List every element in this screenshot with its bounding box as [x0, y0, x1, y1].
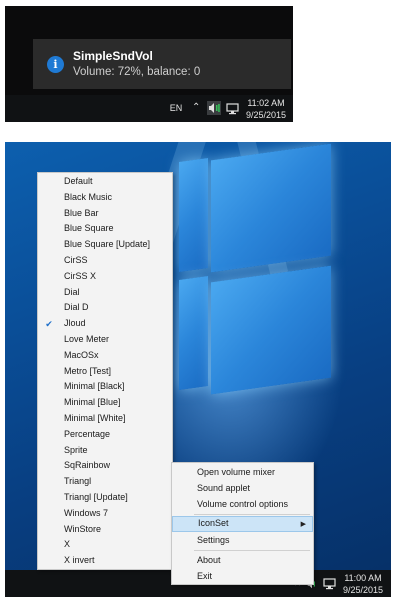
- network-icon[interactable]: [226, 102, 239, 120]
- iconset-menu-item[interactable]: Windows 7: [38, 507, 172, 523]
- iconset-menu-item-label: Percentage: [64, 428, 111, 439]
- iconset-menu-item[interactable]: WinStore: [38, 523, 172, 539]
- iconset-menu-item[interactable]: Minimal [Blue]: [38, 396, 172, 412]
- clock-date[interactable]: 9/25/2015: [341, 585, 385, 596]
- menu-item-label: About: [197, 555, 221, 565]
- iconset-menu-item-label: Dial D: [64, 302, 89, 313]
- iconset-menu-item[interactable]: Metro [Test]: [38, 365, 172, 381]
- menu-item-label: Settings: [197, 535, 230, 545]
- iconset-menu-item-label: Blue Bar: [64, 207, 99, 218]
- network-icon[interactable]: [323, 577, 336, 595]
- iconset-menu-item[interactable]: ✔ Jloud: [38, 317, 172, 333]
- tray-context-menu: Open volume mixer Sound applet Volume co…: [171, 462, 314, 585]
- iconset-menu-item[interactable]: X: [38, 538, 172, 554]
- iconset-menu-item[interactable]: CirSS: [38, 254, 172, 270]
- iconset-menu-item-label: Triangl: [64, 476, 92, 487]
- windows-logo-pane: [211, 265, 331, 395]
- iconset-menu-item[interactable]: Sprite: [38, 444, 172, 460]
- menu-item-about[interactable]: About: [172, 553, 313, 569]
- iconset-menu-item-label: Minimal [Black]: [64, 381, 125, 392]
- iconset-menu-item[interactable]: Percentage: [38, 428, 172, 444]
- windows-logo-pane: [179, 275, 208, 391]
- clock-time[interactable]: 11:00 AM: [341, 573, 385, 584]
- menu-separator: [194, 550, 310, 551]
- iconset-menu-item-label: Blue Square: [64, 223, 114, 234]
- iconset-menu-item-label: Black Music: [64, 191, 113, 202]
- menu-item-label: Sound applet: [197, 483, 251, 493]
- menu-item-label: Open volume mixer: [197, 467, 276, 477]
- iconset-menu-item-label: Blue Square [Update]: [64, 239, 151, 250]
- menu-item-label: IconSet: [198, 518, 229, 528]
- menu-item-exit[interactable]: Exit: [172, 569, 313, 585]
- language-indicator[interactable]: EN: [169, 103, 183, 114]
- iconset-menu-item[interactable]: Triangl [Update]: [38, 491, 172, 507]
- iconset-menu-item-label: Triangl [Update]: [64, 492, 128, 502]
- windows-logo-pane: [179, 157, 208, 273]
- iconset-menu-item[interactable]: X invert: [38, 554, 172, 570]
- submenu-arrow-icon: ▶: [300, 521, 306, 528]
- iconset-menu-item[interactable]: Default: [38, 175, 172, 191]
- menu-item-label: Exit: [197, 571, 213, 581]
- clock-date[interactable]: 9/25/2015: [243, 110, 289, 121]
- iconset-menu-item[interactable]: Love Meter: [38, 333, 172, 349]
- iconset-menu-item-label: Love Meter: [64, 334, 110, 344]
- iconset-menu-item[interactable]: CirSS X: [38, 270, 172, 286]
- checkmark-icon: ✔: [45, 319, 53, 330]
- notification-body: Volume: 72%, balance: 0: [73, 66, 201, 78]
- volume-notification-toast[interactable]: i SimpleSndVol Volume: 72%, balance: 0: [33, 39, 291, 89]
- iconset-menu-item[interactable]: Black Music: [38, 191, 172, 207]
- menu-item-sound-applet[interactable]: Sound applet: [172, 481, 313, 497]
- menu-separator: [194, 514, 310, 515]
- menu-item-label: Volume control options: [197, 499, 289, 509]
- iconset-menu-item[interactable]: Triangl: [38, 475, 172, 491]
- iconset-menu-item[interactable]: Minimal [White]: [38, 412, 172, 428]
- iconset-menu-item-label: Metro [Test]: [64, 365, 112, 376]
- iconset-menu-item-label: Sprite: [64, 444, 88, 455]
- notification-title: SimpleSndVol: [73, 49, 153, 63]
- iconset-menu-item[interactable]: Blue Bar: [38, 207, 172, 223]
- iconset-menu-item-label: Windows 7: [64, 507, 109, 518]
- iconset-menu-item-label: WinStore: [64, 523, 102, 534]
- iconset-menu-item-label: SqRainbow: [64, 460, 111, 471]
- windows-logo-pane: [211, 143, 331, 273]
- taskbar: EN ⌃ 11:02 AM 9/25/2015: [5, 95, 293, 122]
- iconset-menu-item-label: Jloud: [64, 318, 86, 329]
- iconset-menu-item[interactable]: MacOSx: [38, 349, 172, 365]
- iconset-menu-item[interactable]: Blue Square [Update]: [38, 238, 172, 254]
- speaker-icon[interactable]: [207, 101, 221, 115]
- iconset-menu-item[interactable]: Dial D: [38, 301, 172, 317]
- iconset-submenu: Default Black Music Blue Bar Blue Square Blu…: [37, 172, 173, 570]
- clock-time[interactable]: 11:02 AM: [243, 98, 289, 109]
- menu-item-volume-control-options[interactable]: Volume control options: [172, 497, 313, 513]
- iconset-menu-item-label: Minimal [White]: [64, 413, 126, 423]
- iconset-menu-item-label: MacOSx: [64, 349, 99, 360]
- menu-item-settings[interactable]: Settings: [172, 533, 313, 549]
- iconset-menu-item[interactable]: Minimal [Black]: [38, 380, 172, 396]
- iconset-menu-item[interactable]: SqRainbow: [38, 459, 172, 475]
- menu-item-iconset[interactable]: IconSet ▶: [172, 516, 313, 532]
- iconset-menu-item[interactable]: Dial: [38, 286, 172, 302]
- iconset-menu-item-label: CirSS: [64, 255, 88, 265]
- iconset-menu-item-label: Default: [64, 176, 93, 186]
- iconset-menu-item-label: X invert: [64, 555, 95, 566]
- iconset-menu-item-label: X: [64, 539, 71, 550]
- notification-screenshot: i SimpleSndVol Volume: 72%, balance: 0 E…: [5, 6, 293, 122]
- menu-item-open-volume-mixer[interactable]: Open volume mixer: [172, 465, 313, 481]
- show-hidden-icons-chevron-icon[interactable]: ⌃: [192, 102, 200, 114]
- info-icon: i: [47, 56, 64, 73]
- iconset-menu-item-label: Minimal [Blue]: [64, 397, 121, 408]
- iconset-menu-item[interactable]: Blue Square: [38, 222, 172, 238]
- iconset-menu-item-label: Dial: [64, 286, 80, 297]
- iconset-menu-item-label: CirSS X: [64, 270, 97, 281]
